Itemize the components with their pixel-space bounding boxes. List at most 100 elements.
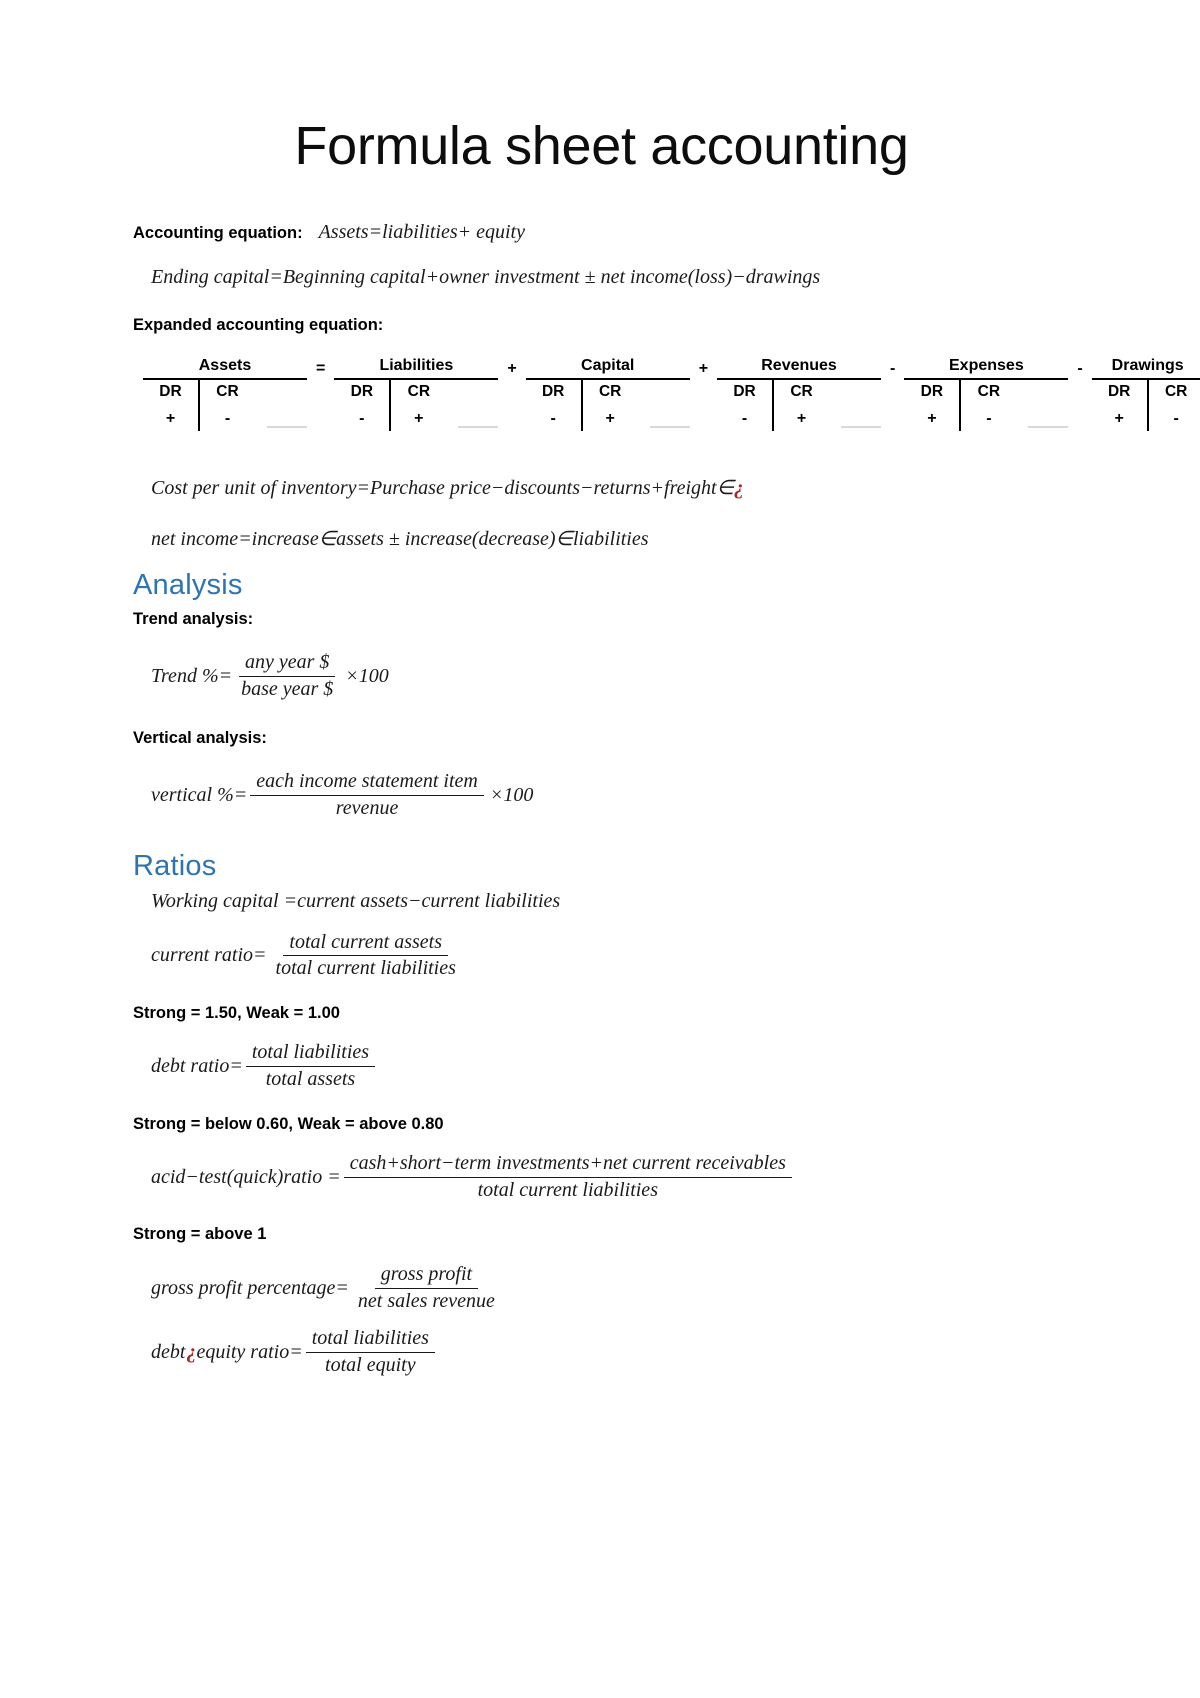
account-group-header: Revenues (717, 357, 882, 381)
debt-ratio-lhs: debt ratio= (151, 1055, 243, 1078)
vertical-denominator: revenue (335, 796, 399, 819)
debt-to-equity-ratio-formula: debt ¿ equity ratio= total liabilities t… (151, 1327, 1070, 1377)
debit-column: DR - (526, 380, 583, 432)
debt-to-equity-red-marker: ¿ (186, 1340, 197, 1363)
acid-test-ratio-formula: acid−test(quick)ratio = cash+short−term … (151, 1152, 1070, 1202)
blank-rule (841, 425, 882, 429)
gross-profit-fraction: gross profit net sales revenue (352, 1263, 501, 1313)
credit-label: CR (407, 383, 431, 401)
section-heading-analysis: Analysis (133, 569, 243, 602)
trend-fraction: any year $ base year $ (235, 651, 339, 701)
accounting-equation-row: Accounting equation: Assets=liabilities+… (133, 221, 1070, 244)
credit-column: CR - (200, 380, 255, 431)
gross-profit-denominator: net sales revenue (357, 1289, 495, 1312)
working-capital-formula: Working capital =current assets−current … (151, 889, 561, 912)
credit-sign: + (414, 410, 424, 428)
operator-equals: = (316, 360, 326, 378)
credit-label: CR (1164, 383, 1188, 401)
trend-formula-tail: ×100 (345, 664, 389, 687)
debit-label: DR (1107, 383, 1131, 401)
current-ratio-benchmark: Strong = 1.50, Weak = 1.00 (133, 1003, 340, 1022)
column-spacer (255, 380, 307, 431)
credit-sign: + (796, 410, 807, 428)
trend-analysis-label: Trend analysis: (133, 609, 254, 628)
credit-column: CR + (774, 380, 829, 431)
gross-profit-percentage-formula: gross profit percentage= gross profit ne… (151, 1263, 1070, 1313)
debt-ratio-benchmark: Strong = below 0.60, Weak = above 0.80 (133, 1114, 444, 1133)
credit-column: CR + (583, 380, 638, 431)
account-group-assets: Assets DR + CR - (143, 357, 307, 432)
vertical-percent-formula: vertical %= each income statement item r… (151, 770, 1070, 820)
column-spacer (1016, 380, 1069, 431)
debt-ratio-fraction: total liabilities total assets (245, 1041, 376, 1091)
credit-sign: - (224, 410, 231, 428)
vertical-formula-tail: ×100 (489, 783, 534, 806)
debt-ratio-denominator: total assets (265, 1068, 356, 1091)
account-group-header: Liabilities (334, 357, 499, 381)
account-group-header: Assets (143, 357, 307, 381)
ending-capital-formula: Ending capital=Beginning capital+owner i… (151, 265, 821, 288)
debit-column: DR + (1092, 380, 1149, 432)
credit-column: CR + (391, 380, 446, 431)
cost-per-unit-text: Cost per unit of inventory=Purchase pric… (151, 477, 735, 500)
debit-sign: + (165, 410, 176, 428)
debit-label: DR (733, 383, 756, 401)
blank-rule (267, 425, 307, 429)
accounting-equation-formula: Assets=liabilities+ equity (318, 220, 525, 243)
account-group-drawings: Drawings DR + CR - (1091, 357, 1200, 432)
current-ratio-formula: current ratio= total current assets tota… (151, 931, 1070, 981)
debit-label: DR (350, 383, 374, 401)
debit-label: DR (920, 383, 944, 401)
current-ratio-denominator: total current liabilities (275, 957, 456, 980)
account-group-header: Expenses (904, 357, 1069, 381)
blank-rule (458, 425, 499, 429)
trend-numerator: any year $ (238, 651, 336, 677)
column-spacer (638, 380, 690, 431)
credit-sign: - (1173, 410, 1179, 428)
debit-sign: - (550, 410, 556, 428)
net-income-formula: net income=increase∈assets ± increase(de… (151, 528, 649, 551)
operator-plus-revenues: + (698, 360, 709, 378)
account-group-liabilities: Liabilities DR - CR + (334, 357, 499, 432)
credit-sign: - (986, 410, 992, 428)
debt-ratio-formula: debt ratio= total liabilities total asse… (151, 1041, 1070, 1091)
account-group-header: Drawings (1091, 357, 1200, 381)
operator-minus-drawings: - (1077, 360, 1083, 378)
operator-plus-capital: + (507, 360, 517, 378)
acid-test-numerator: cash+short−term investments+net current … (343, 1152, 792, 1178)
debt-to-equity-numerator: total liabilities (305, 1327, 435, 1353)
gross-profit-lhs: gross profit percentage= (151, 1276, 349, 1299)
trend-denominator: base year $ (241, 677, 334, 700)
debit-sign: + (927, 410, 937, 428)
debit-column: DR + (143, 380, 200, 432)
vertical-fraction: each income statement item revenue (250, 770, 484, 820)
cost-per-unit-red-marker: ¿ (734, 477, 745, 500)
cost-per-unit-formula: Cost per unit of inventory=Purchase pric… (151, 475, 1070, 500)
debit-label: DR (541, 383, 565, 401)
column-spacer (829, 380, 882, 431)
credit-column: CR - (1149, 380, 1200, 431)
account-group-header: Capital (525, 357, 690, 381)
current-ratio-numerator: total current assets (283, 931, 449, 957)
blank-rule (1028, 425, 1069, 429)
column-spacer (446, 380, 499, 431)
debt-to-equity-lhs-a: debt (151, 1340, 186, 1363)
debt-ratio-numerator: total liabilities (245, 1041, 376, 1068)
debit-column: DR - (334, 380, 392, 432)
current-ratio-fraction: total current assets total current liabi… (270, 931, 462, 981)
acid-test-denominator: total current liabilities (477, 1178, 658, 1201)
credit-label: CR (216, 383, 239, 401)
expanded-accounting-equation-table: Assets DR + CR - = Liabilities DR - CR +… (143, 357, 1200, 432)
vertical-formula-lhs: vertical %= (151, 783, 248, 806)
document-page: Formula sheet accounting Accounting equa… (0, 0, 1200, 1698)
credit-label: CR (977, 383, 1001, 401)
debit-label: DR (159, 383, 182, 401)
current-ratio-lhs: current ratio= (151, 944, 267, 967)
vertical-numerator: each income statement item (250, 770, 484, 796)
acid-test-benchmark: Strong = above 1 (133, 1225, 267, 1244)
section-heading-ratios: Ratios (133, 850, 217, 883)
debit-sign: - (741, 410, 748, 428)
debt-to-equity-denominator: total equity (325, 1353, 416, 1376)
account-group-revenues: Revenues DR - CR + (717, 357, 882, 432)
credit-sign: + (605, 410, 615, 428)
